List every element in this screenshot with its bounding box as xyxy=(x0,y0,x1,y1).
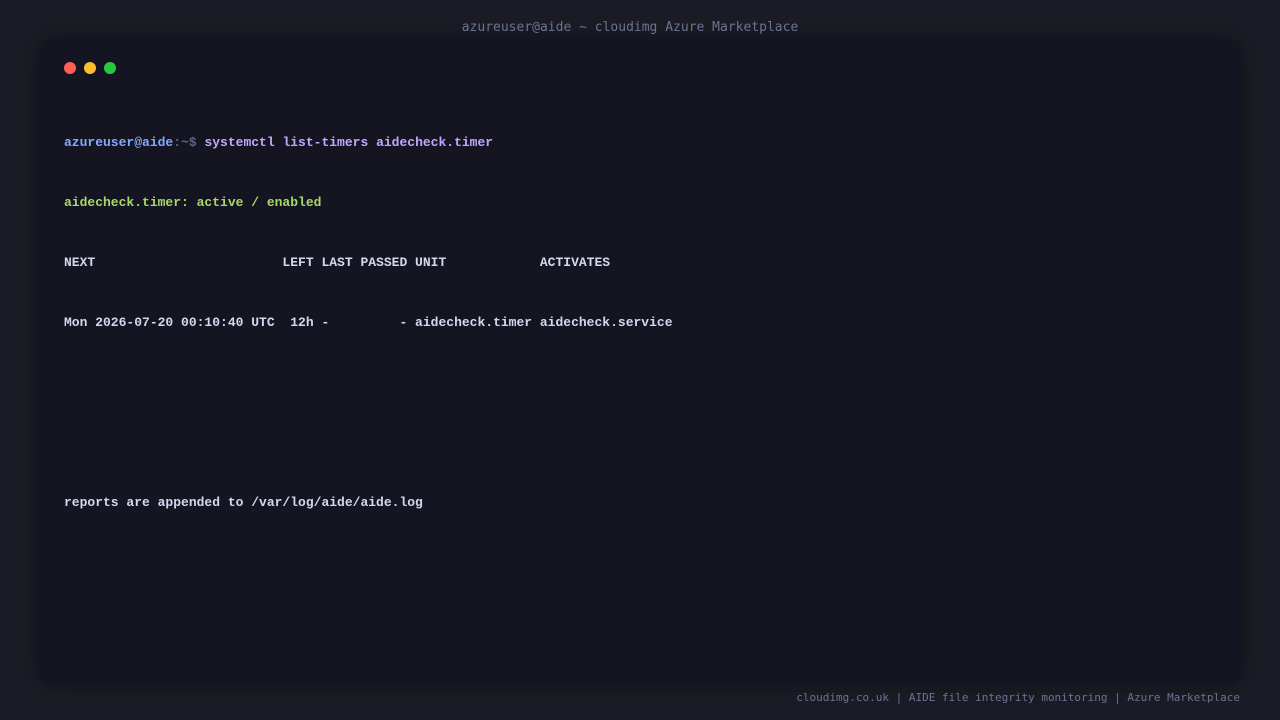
minimize-button[interactable] xyxy=(84,62,96,74)
footer-text: cloudimg.co.uk | AIDE file integrity mon… xyxy=(796,691,1240,704)
terminal-output[interactable]: azureuser@aide:~$ systemctl list-timers … xyxy=(64,93,1216,553)
timers-table-header: NEXT LEFT LAST PASSED UNIT ACTIVATES xyxy=(64,255,611,270)
window-title: azureuser@aide ~ cloudimg Azure Marketpl… xyxy=(461,20,799,35)
command-line: azureuser@aide:~$ systemctl list-timers … xyxy=(64,133,1216,153)
close-button[interactable] xyxy=(64,62,76,74)
prompt-path: :~$ xyxy=(173,135,197,150)
report-location-line: reports are appended to /var/log/aide/ai… xyxy=(64,495,423,510)
timer-status-line: aidecheck.timer: active / enabled xyxy=(64,195,322,210)
title-bar xyxy=(40,40,1240,94)
prompt-user: azureuser@aide xyxy=(64,135,174,150)
timers-table-row: Mon 2026-07-20 00:10:40 UTC 12h - - aide… xyxy=(64,315,673,330)
terminal-window: azureuser@aide:~$ systemctl list-timers … xyxy=(40,40,1240,683)
command-text: systemctl list-timers aidecheck.timer xyxy=(204,135,494,150)
maximize-button[interactable] xyxy=(104,62,116,74)
